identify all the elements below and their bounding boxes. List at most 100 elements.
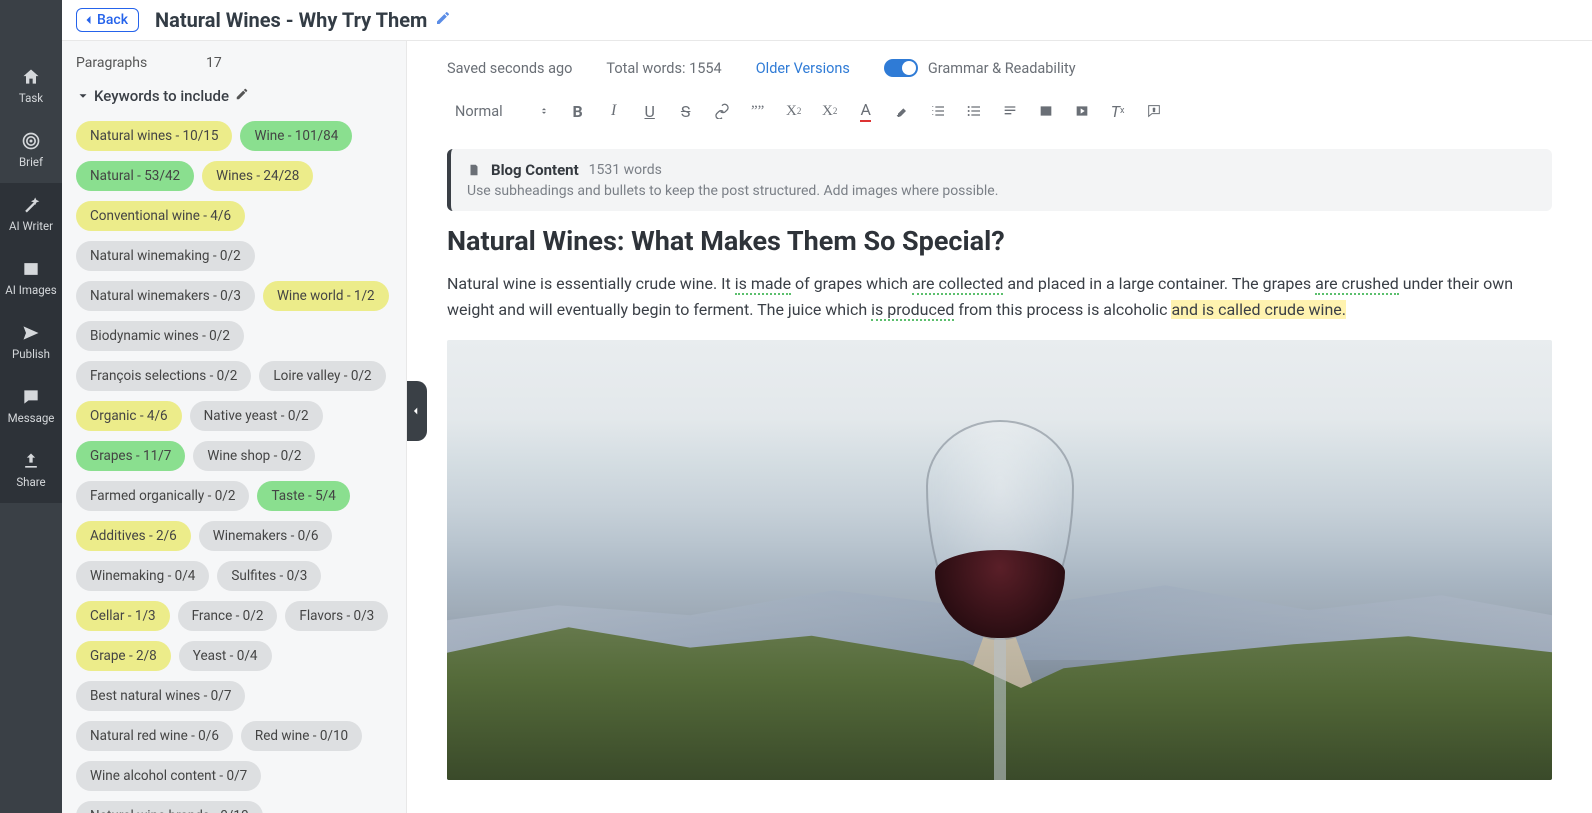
comment-icon — [1146, 103, 1162, 119]
keyword-pill[interactable]: Winemaking - 0/4 — [76, 561, 209, 591]
unordered-list-button[interactable] — [959, 97, 989, 125]
sidebar-collapse-handle[interactable] — [407, 381, 427, 441]
wand-icon — [21, 195, 41, 215]
text-color-button[interactable]: A — [851, 97, 881, 125]
edit-title-button[interactable] — [435, 10, 451, 30]
quote-button[interactable]: ”” — [743, 97, 773, 125]
nav-label: Share — [16, 475, 45, 489]
edit-icon — [435, 10, 451, 26]
nav-publish[interactable]: Publish — [0, 311, 62, 375]
navrail: Task Brief AI Writer AI Images Publish M… — [0, 0, 62, 813]
keyword-pill[interactable]: Natural wines - 10/15 — [76, 121, 232, 151]
home-icon — [21, 67, 41, 87]
paragraph-label: Paragraphs — [76, 55, 206, 71]
list-ul-icon — [966, 103, 982, 119]
article-body[interactable]: Natural Wines: What Makes Them So Specia… — [407, 211, 1592, 322]
target-icon — [21, 131, 41, 151]
keyword-pill[interactable]: Additives - 2/6 — [76, 521, 191, 551]
readability-hint[interactable]: and is called crude wine. — [1171, 300, 1346, 319]
grammar-hint[interactable]: is produced — [871, 300, 954, 321]
nav-label: AI Images — [5, 283, 56, 297]
subscript-button[interactable]: X2 — [779, 97, 809, 125]
video-button[interactable] — [1067, 97, 1097, 125]
document-icon — [467, 163, 481, 177]
keyword-pill[interactable]: Red wine - 0/10 — [241, 721, 362, 751]
superscript-button[interactable]: X2 — [815, 97, 845, 125]
keyword-pill[interactable]: Wine world - 1/2 — [263, 281, 389, 311]
message-icon — [21, 387, 41, 407]
keyword-pill[interactable]: Native yeast - 0/2 — [190, 401, 323, 431]
grammar-hint[interactable]: are crushed — [1315, 274, 1399, 295]
keyword-pill[interactable]: François selections - 0/2 — [76, 361, 251, 391]
keyword-pill[interactable]: Sulfites - 0/3 — [217, 561, 321, 591]
back-button[interactable]: Back — [76, 8, 139, 32]
italic-button[interactable]: I — [599, 97, 629, 125]
keyword-pill[interactable]: Farmed organically - 0/2 — [76, 481, 249, 511]
card-title: Blog Content — [491, 161, 579, 179]
editor: Saved seconds ago Total words: 1554 Olde… — [407, 41, 1592, 813]
nav-message[interactable]: Message — [0, 375, 62, 439]
style-select[interactable]: Normal — [447, 99, 557, 124]
keyword-pill[interactable]: Wine shop - 0/2 — [193, 441, 315, 471]
keywords-edit-button[interactable] — [235, 87, 249, 105]
align-button[interactable] — [995, 97, 1025, 125]
grammar-hint[interactable]: is made — [735, 274, 791, 295]
keyword-pill[interactable]: Cellar - 1/3 — [76, 601, 170, 631]
share-icon — [21, 451, 41, 471]
list-ol-icon — [930, 103, 946, 119]
card-wordcount: 1531 words — [589, 162, 662, 178]
keyword-pill[interactable]: Flavors - 0/3 — [285, 601, 388, 631]
article-image — [447, 340, 1552, 780]
nav-brief[interactable]: Brief — [0, 119, 62, 183]
keyword-pill[interactable]: Grape - 2/8 — [76, 641, 171, 671]
keyword-pill[interactable]: Taste - 5/4 — [257, 481, 349, 511]
keyword-pill[interactable]: Natural winemaking - 0/2 — [76, 241, 255, 271]
keyword-pill[interactable]: Organic - 4/6 — [76, 401, 182, 431]
strike-button[interactable]: S — [671, 97, 701, 125]
editor-statusbar: Saved seconds ago Total words: 1554 Olde… — [407, 41, 1592, 91]
grammar-hint[interactable]: are collected — [912, 274, 1003, 295]
keyword-pill[interactable]: Natural wine brands - 0/10 — [76, 801, 263, 813]
keyword-pill[interactable]: Natural winemakers - 0/3 — [76, 281, 255, 311]
keyword-pill[interactable]: Best natural wines - 0/7 — [76, 681, 245, 711]
nav-task[interactable]: Task — [0, 55, 62, 119]
comment-button[interactable] — [1139, 97, 1169, 125]
keyword-pill[interactable]: Wine - 101/84 — [240, 121, 352, 151]
align-icon — [1002, 103, 1018, 119]
image-icon — [1038, 103, 1054, 119]
keyword-pill[interactable]: Loire valley - 0/2 — [259, 361, 385, 391]
nav-label: Publish — [12, 347, 50, 361]
paragraph-stat: Paragraphs 17 — [76, 49, 392, 77]
image-button[interactable] — [1031, 97, 1061, 125]
keyword-pill[interactable]: Conventional wine - 4/6 — [76, 201, 245, 231]
highlight-button[interactable] — [887, 97, 917, 125]
keyword-pill[interactable]: Biodynamic wines - 0/2 — [76, 321, 244, 351]
clear-format-button[interactable]: Tx — [1103, 97, 1133, 125]
older-versions-link[interactable]: Older Versions — [756, 60, 850, 77]
nav-share[interactable]: Share — [0, 439, 62, 503]
back-label: Back — [97, 12, 128, 28]
keyword-pill[interactable]: Natural red wine - 0/6 — [76, 721, 233, 751]
keyword-pill[interactable]: Winemakers - 0/6 — [199, 521, 333, 551]
keyword-pill[interactable]: Wine alcohol content - 0/7 — [76, 761, 261, 791]
link-button[interactable] — [707, 97, 737, 125]
grammar-toggle[interactable] — [884, 59, 918, 77]
nav-ai-writer[interactable]: AI Writer — [0, 183, 62, 247]
sidebar: Paragraphs 17 Keywords to include Natura… — [62, 41, 407, 813]
keyword-pill[interactable]: Natural - 53/42 — [76, 161, 194, 191]
edit-icon — [235, 87, 249, 101]
total-words: Total words: 1554 — [606, 60, 721, 77]
keywords-header[interactable]: Keywords to include — [76, 77, 392, 115]
keyword-pill[interactable]: France - 0/2 — [178, 601, 278, 631]
article-heading: Natural Wines: What Makes Them So Specia… — [447, 225, 1552, 257]
keyword-pill[interactable]: Grapes - 11/7 — [76, 441, 185, 471]
bold-button[interactable]: B — [563, 97, 593, 125]
ordered-list-button[interactable] — [923, 97, 953, 125]
blog-content-card: Blog Content 1531 words Use subheadings … — [447, 149, 1552, 211]
keyword-pill[interactable]: Yeast - 0/4 — [179, 641, 272, 671]
underline-button[interactable]: U — [635, 97, 665, 125]
video-icon — [1074, 103, 1090, 119]
nav-ai-images[interactable]: AI Images — [0, 247, 62, 311]
keyword-pill[interactable]: Wines - 24/28 — [202, 161, 313, 191]
nav-label: Task — [19, 91, 43, 105]
